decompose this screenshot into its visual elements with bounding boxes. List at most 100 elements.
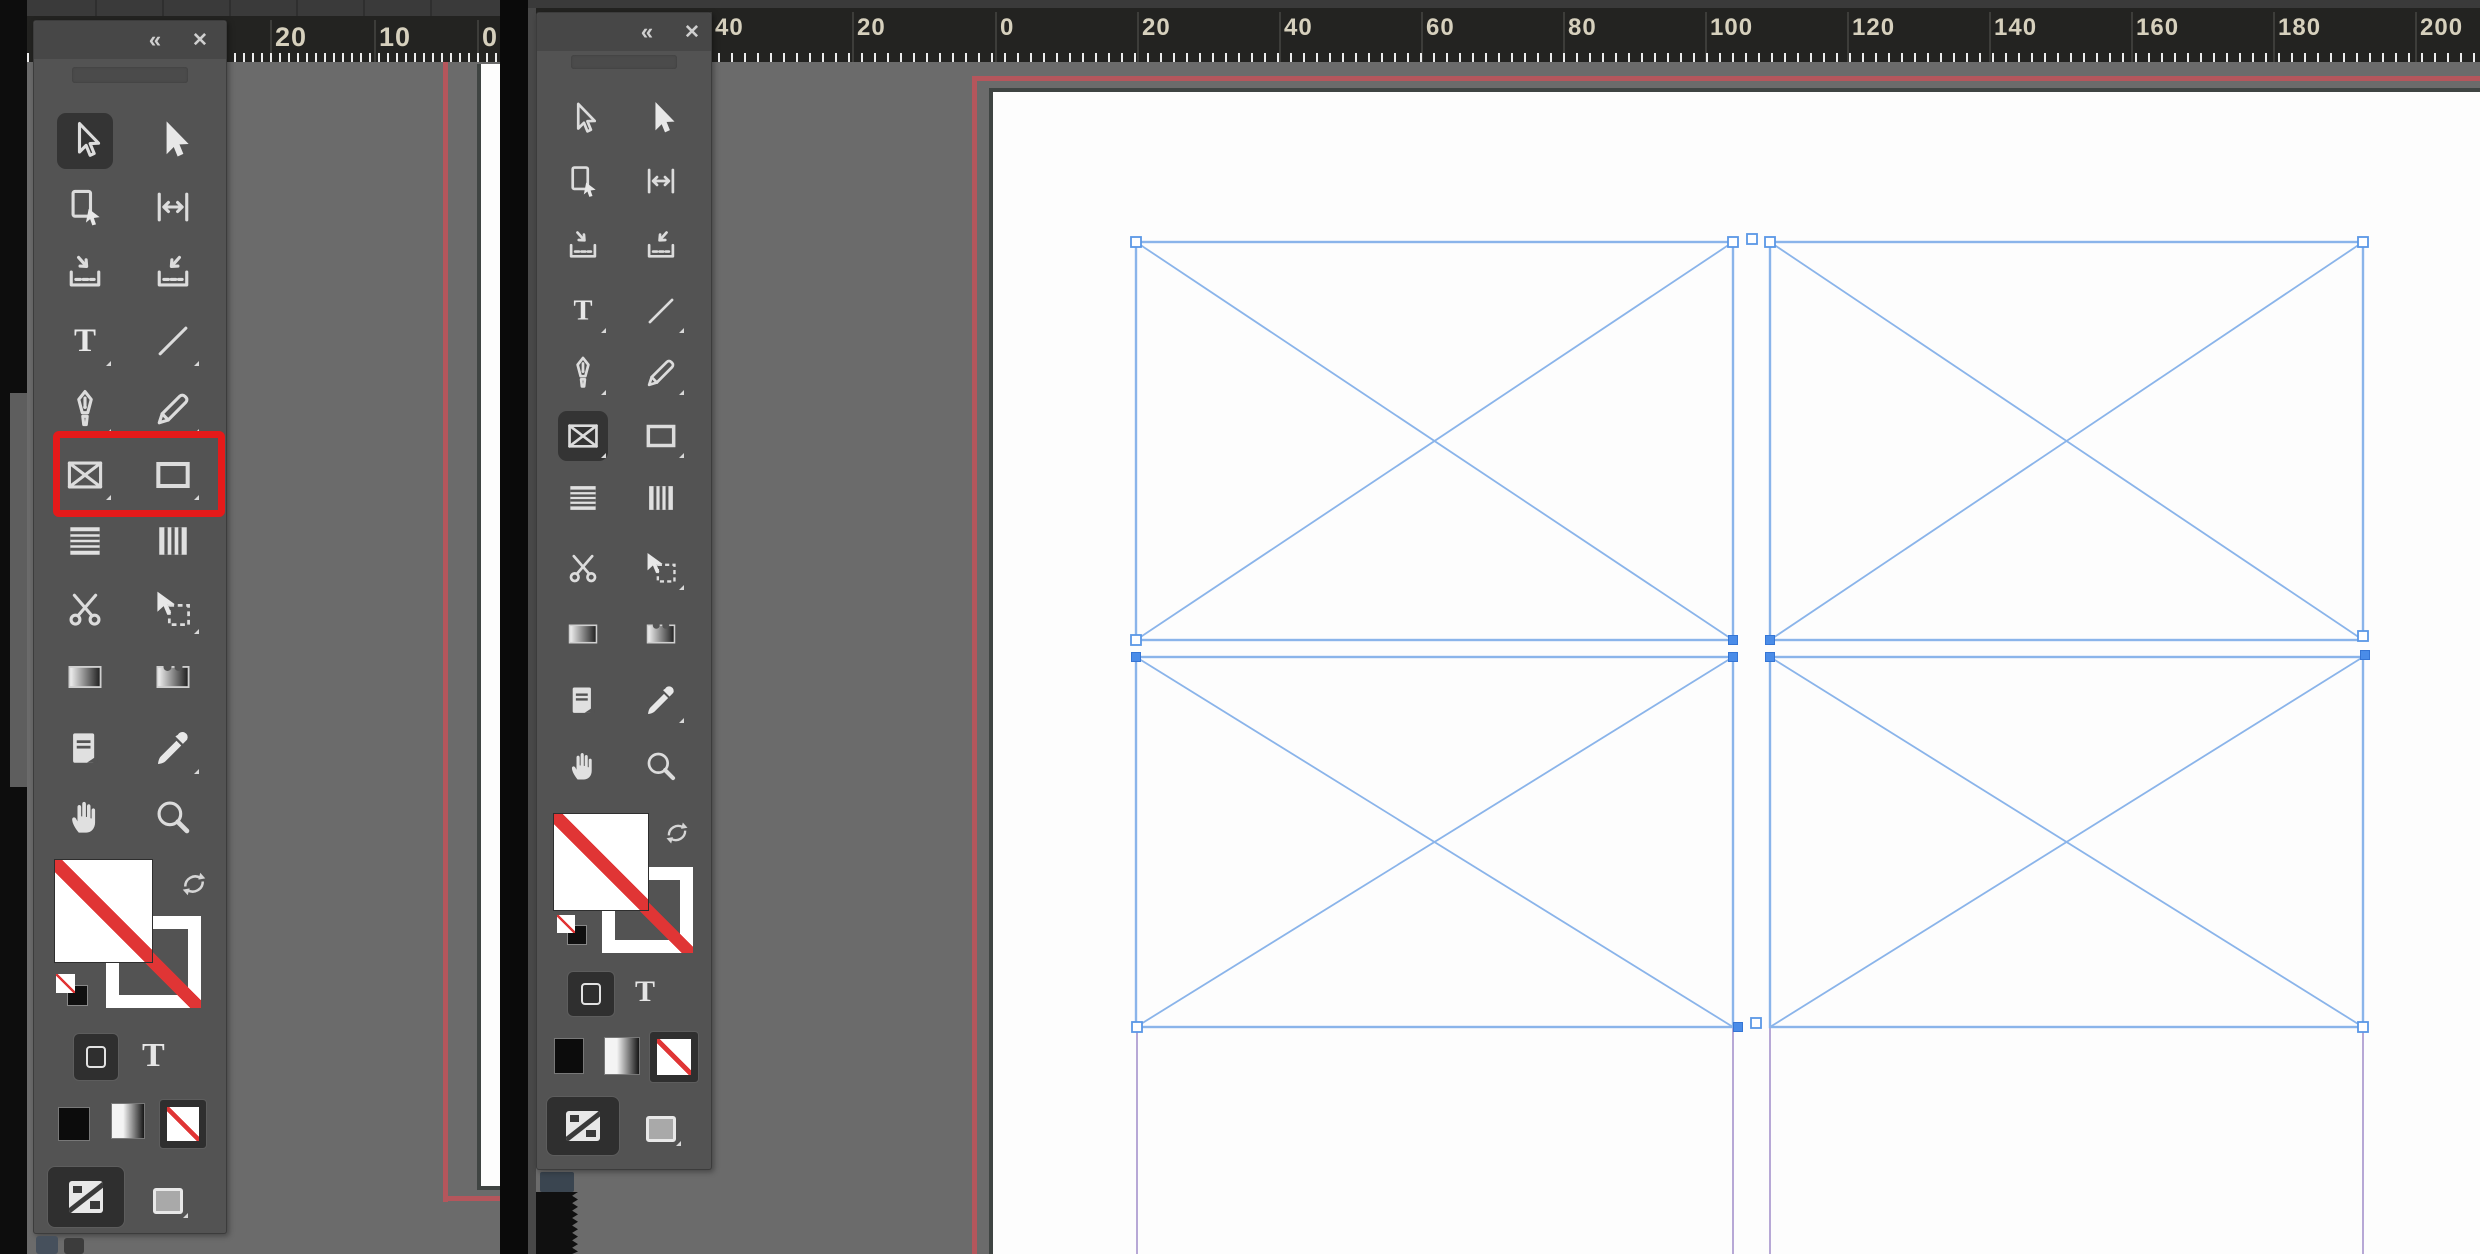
svg-text:T: T [74, 323, 96, 359]
app-top-strip [27, 0, 500, 16]
cropped-icon-fragment [64, 1238, 84, 1254]
formatting-affects-text-button[interactable]: T [635, 975, 655, 1009]
ruler-label: 200 [2420, 14, 2464, 41]
ruler-ticks [536, 53, 2480, 62]
cropped-icon-fragment [540, 1172, 574, 1192]
tool-eyedropper[interactable] [145, 721, 201, 777]
page-edge-left [989, 88, 993, 1254]
tool-type[interactable]: T [57, 313, 113, 369]
tool-content-collector[interactable] [57, 245, 113, 301]
tool-gradient-feather[interactable] [145, 649, 201, 705]
default-fill-stroke-icon[interactable] [56, 974, 88, 1006]
vertical-ruler-fragment [536, 1192, 578, 1254]
tool-scissors[interactable] [57, 581, 113, 637]
ruler-label: 20 [857, 14, 886, 41]
panel-close-button[interactable]: ✕ [680, 21, 704, 44]
tool-note[interactable] [57, 721, 113, 777]
default-fill-stroke-icon[interactable] [557, 915, 587, 945]
ruler-label: 80 [1568, 14, 1597, 41]
tool-scissors[interactable] [558, 543, 608, 593]
formatting-affects-text-button[interactable]: T [142, 1037, 165, 1075]
formatting-affects-container-button[interactable] [73, 1033, 119, 1081]
tool-rectangle[interactable] [636, 411, 686, 461]
panel-title-bar [72, 67, 188, 83]
tool-horizontal-grid[interactable] [57, 513, 113, 569]
ruler-label: 180 [2278, 14, 2322, 41]
apply-color-button[interactable] [554, 1038, 584, 1074]
horizontal-ruler: 40 20 0 20 40 60 80 100 120 140 160 180 200 [536, 8, 2480, 62]
tool-vertical-grid[interactable] [636, 473, 686, 523]
tool-zoom[interactable] [636, 741, 686, 791]
top-strip-separator [95, 0, 97, 16]
tool-selection[interactable] [558, 94, 608, 144]
normal-view-mode-button[interactable] [47, 1166, 125, 1228]
tool-free-transform[interactable] [145, 581, 201, 637]
tool-pencil[interactable] [636, 348, 686, 398]
apply-color-button[interactable] [58, 1107, 90, 1141]
cropped-icon-fragment [36, 1236, 58, 1254]
ruler-label: 40 [715, 14, 744, 41]
tool-selection[interactable] [57, 113, 113, 169]
apply-gradient-button[interactable] [111, 1103, 145, 1139]
top-strip-separator [229, 0, 231, 16]
frame-tools-highlight-annotation [53, 431, 225, 517]
tool-horizontal-grid[interactable] [558, 473, 608, 523]
tool-direct-selection[interactable] [636, 94, 686, 144]
apply-gradient-button[interactable] [604, 1037, 640, 1075]
tool-eyedropper[interactable] [636, 676, 686, 726]
ruler-label: 60 [1426, 14, 1455, 41]
ruler-label: 20 [275, 22, 308, 52]
ruler-label: 0 [482, 22, 499, 52]
top-strip-separator [162, 0, 164, 16]
panel-collapse-button[interactable]: « [634, 19, 660, 45]
apply-none-button[interactable] [649, 1031, 699, 1083]
tools-panel: « ✕ T T [536, 12, 712, 1170]
swap-fill-stroke-icon[interactable] [179, 869, 209, 904]
tool-page[interactable] [57, 179, 113, 235]
tool-gradient-feather[interactable] [636, 609, 686, 659]
tool-pen[interactable] [57, 381, 113, 437]
formatting-affects-container-button[interactable] [567, 971, 615, 1017]
normal-view-mode-button[interactable] [546, 1096, 620, 1156]
tool-gap[interactable] [636, 156, 686, 206]
tool-gradient[interactable] [57, 649, 113, 705]
top-strip-separator [296, 0, 298, 16]
fill-swatch-none[interactable] [553, 813, 649, 911]
tool-free-transform[interactable] [636, 543, 686, 593]
scrollbar-fragment[interactable] [10, 393, 27, 787]
preview-mode-button[interactable] [639, 1109, 683, 1149]
preview-mode-button[interactable] [146, 1181, 190, 1221]
tool-vertical-grid[interactable] [145, 513, 201, 569]
tool-line[interactable] [145, 313, 201, 369]
tool-zoom[interactable] [145, 789, 201, 845]
apply-none-button[interactable] [159, 1099, 207, 1149]
ruler-label: 40 [1284, 14, 1313, 41]
tool-note[interactable] [558, 676, 608, 726]
tool-line[interactable] [636, 286, 686, 336]
tool-content-collector[interactable] [558, 221, 608, 271]
tool-pencil[interactable] [145, 381, 201, 437]
ruler-label: 10 [379, 22, 412, 52]
tool-pen[interactable] [558, 348, 608, 398]
document-page-sliver [481, 64, 500, 1186]
tool-direct-selection[interactable] [145, 113, 201, 169]
tool-content-placer[interactable] [145, 245, 201, 301]
app-top-strip [528, 0, 2480, 8]
tool-gradient[interactable] [558, 609, 608, 659]
panel-collapse-button[interactable]: « [142, 27, 168, 53]
tool-content-placer[interactable] [636, 221, 686, 271]
tool-page[interactable] [558, 156, 608, 206]
swap-fill-stroke-icon[interactable] [663, 819, 691, 852]
top-strip-separator [363, 0, 365, 16]
ruler-label: 0 [1000, 14, 1015, 41]
top-strip-separator [430, 0, 432, 16]
tool-rectangle-frame[interactable] [558, 411, 608, 461]
fill-swatch-none[interactable] [54, 859, 153, 963]
tool-gap[interactable] [145, 179, 201, 235]
window-left-edge [528, 0, 536, 1254]
ruler-label: 160 [2136, 14, 2180, 41]
tool-hand[interactable] [57, 789, 113, 845]
panel-close-button[interactable]: ✕ [188, 29, 212, 52]
tool-type[interactable]: T [558, 286, 608, 336]
tool-hand[interactable] [558, 741, 608, 791]
